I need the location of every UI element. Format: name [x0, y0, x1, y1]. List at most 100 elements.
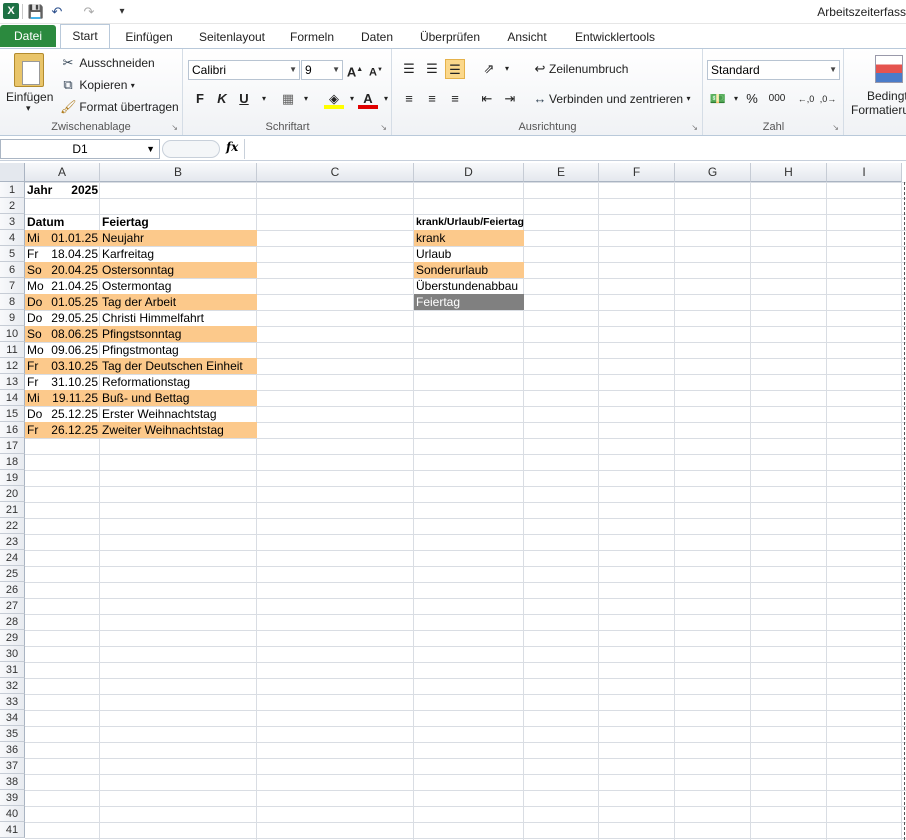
row-header-7[interactable]: 7 [0, 278, 25, 294]
currency-icon[interactable]: 💵 [708, 89, 728, 109]
row-header-24[interactable]: 24 [0, 550, 25, 566]
legend-2[interactable]: Sonderurlaub [414, 262, 524, 278]
holiday-name[interactable]: Tag der Arbeit [100, 294, 257, 310]
cut-button[interactable]: ✂ Ausschneiden [60, 55, 155, 71]
merge-center-button[interactable]: ↔ Verbinden und zentrieren ▾ [531, 91, 691, 106]
tab-seitenlayout[interactable]: Seitenlayout [192, 26, 272, 48]
row-header-23[interactable]: 23 [0, 534, 25, 550]
thousands-button[interactable]: 000 [764, 89, 790, 109]
row-header-33[interactable]: 33 [0, 694, 25, 710]
decrease-indent-icon[interactable]: ⇤ [477, 89, 497, 109]
holiday-name[interactable]: Neujahr [100, 230, 257, 246]
alignment-launcher-icon[interactable]: ↘ [691, 123, 698, 132]
conditional-formatting-label1[interactable]: Bedingt [867, 89, 906, 103]
copy-button[interactable]: ⧉ Kopieren ▾ [60, 77, 134, 93]
row-header-35[interactable]: 35 [0, 726, 25, 742]
row-header-40[interactable]: 40 [0, 806, 25, 822]
column-header-h[interactable]: H [751, 163, 827, 182]
holiday-name[interactable]: Ostersonntag [100, 262, 257, 278]
align-center-icon[interactable]: ≡ [422, 89, 442, 109]
select-all-corner[interactable] [0, 163, 25, 182]
row-header-10[interactable]: 10 [0, 326, 25, 342]
holiday-name[interactable]: Reformationstag [100, 374, 257, 390]
font-size-combo[interactable]: 9 ▼ [301, 60, 343, 80]
column-header-a[interactable]: A [25, 163, 100, 182]
font-name-combo[interactable]: Calibri ▼ [188, 60, 300, 80]
holiday-date[interactable]: 29.05.25 [25, 310, 100, 326]
format-painter-button[interactable]: 🖌 Format übertragen [60, 99, 179, 115]
row-header-32[interactable]: 32 [0, 678, 25, 694]
holiday-date[interactable]: 09.06.25 [25, 342, 100, 358]
orientation-dropdown-icon[interactable]: ▾ [497, 59, 517, 79]
row-header-34[interactable]: 34 [0, 710, 25, 726]
row-header-29[interactable]: 29 [0, 630, 25, 646]
font-launcher-icon[interactable]: ↘ [380, 123, 387, 132]
holiday-name[interactable]: Pfingstsonntag [100, 326, 257, 342]
fill-color-icon[interactable]: ◈ [324, 89, 344, 109]
wrap-text-button[interactable]: ↩ Zeilenumbruch [531, 61, 629, 77]
column-header-e[interactable]: E [524, 163, 599, 182]
grow-font-icon[interactable]: A▲ [345, 60, 365, 80]
tab-start[interactable]: Start [60, 24, 110, 48]
row-header-2[interactable]: 2 [0, 198, 25, 214]
row-header-16[interactable]: 16 [0, 422, 25, 438]
column-header-i[interactable]: I [827, 163, 902, 182]
holiday-date[interactable]: 01.01.25 [25, 230, 100, 246]
row-header-37[interactable]: 37 [0, 758, 25, 774]
tab-einfuegen[interactable]: Einfügen [118, 26, 180, 48]
row-header-39[interactable]: 39 [0, 790, 25, 806]
align-left-icon[interactable]: ≡ [399, 89, 419, 109]
formula-bar-handle[interactable] [162, 140, 220, 158]
align-bottom-icon[interactable]: ☰ [445, 59, 465, 79]
tab-ansicht[interactable]: Ansicht [500, 26, 554, 48]
row-header-28[interactable]: 28 [0, 614, 25, 630]
row-header-20[interactable]: 20 [0, 486, 25, 502]
cell-b3-header[interactable]: Feiertag [100, 214, 257, 230]
holiday-name[interactable]: Pfingstmontag [100, 342, 257, 358]
tab-daten[interactable]: Daten [354, 26, 400, 48]
name-box[interactable]: D1 ▼ [0, 139, 160, 159]
row-header-18[interactable]: 18 [0, 454, 25, 470]
number-format-combo[interactable]: Standard ▼ [707, 60, 840, 80]
undo-icon[interactable]: ↶ [48, 3, 66, 21]
row-header-15[interactable]: 15 [0, 406, 25, 422]
row-header-3[interactable]: 3 [0, 214, 25, 230]
number-launcher-icon[interactable]: ↘ [832, 123, 839, 132]
row-header-9[interactable]: 9 [0, 310, 25, 326]
holiday-date[interactable]: 03.10.25 [25, 358, 100, 374]
excel-logo-icon[interactable]: X [3, 3, 19, 19]
column-header-g[interactable]: G [675, 163, 751, 182]
column-header-d[interactable]: D [414, 163, 524, 182]
paste-dropdown-icon[interactable]: ▾ [26, 103, 31, 114]
row-header-41[interactable]: 41 [0, 822, 25, 838]
row-header-14[interactable]: 14 [0, 390, 25, 406]
holiday-name[interactable]: Buß- und Bettag [100, 390, 257, 406]
conditional-formatting-label2[interactable]: Formatieru [851, 103, 906, 117]
tab-entwicklertools[interactable]: Entwicklertools [568, 26, 662, 48]
holiday-name[interactable]: Zweiter Weihnachtstag [100, 422, 257, 438]
borders-icon[interactable]: ▦ [278, 89, 298, 109]
tab-formeln[interactable]: Formeln [284, 26, 340, 48]
row-header-1[interactable]: 1 [0, 182, 25, 198]
align-right-icon[interactable]: ≡ [445, 89, 465, 109]
tab-ueberpruefen[interactable]: Überprüfen [414, 26, 486, 48]
row-header-11[interactable]: 11 [0, 342, 25, 358]
row-header-30[interactable]: 30 [0, 646, 25, 662]
row-header-13[interactable]: 13 [0, 374, 25, 390]
row-header-5[interactable]: 5 [0, 246, 25, 262]
holiday-name[interactable]: Ostermontag [100, 278, 257, 294]
tab-datei[interactable]: Datei [0, 25, 56, 47]
row-header-27[interactable]: 27 [0, 598, 25, 614]
percent-button[interactable]: % [742, 89, 762, 109]
increase-decimal-icon[interactable]: ←,0 [796, 89, 816, 109]
holiday-date[interactable]: 25.12.25 [25, 406, 100, 422]
redo-icon[interactable]: ↷ [80, 3, 98, 21]
row-header-36[interactable]: 36 [0, 742, 25, 758]
row-header-25[interactable]: 25 [0, 566, 25, 582]
row-header-12[interactable]: 12 [0, 358, 25, 374]
holiday-date[interactable]: 21.04.25 [25, 278, 100, 294]
row-header-21[interactable]: 21 [0, 502, 25, 518]
underline-dropdown-icon[interactable]: ▾ [254, 89, 274, 109]
column-header-f[interactable]: F [599, 163, 675, 182]
clipboard-launcher-icon[interactable]: ↘ [171, 123, 178, 132]
